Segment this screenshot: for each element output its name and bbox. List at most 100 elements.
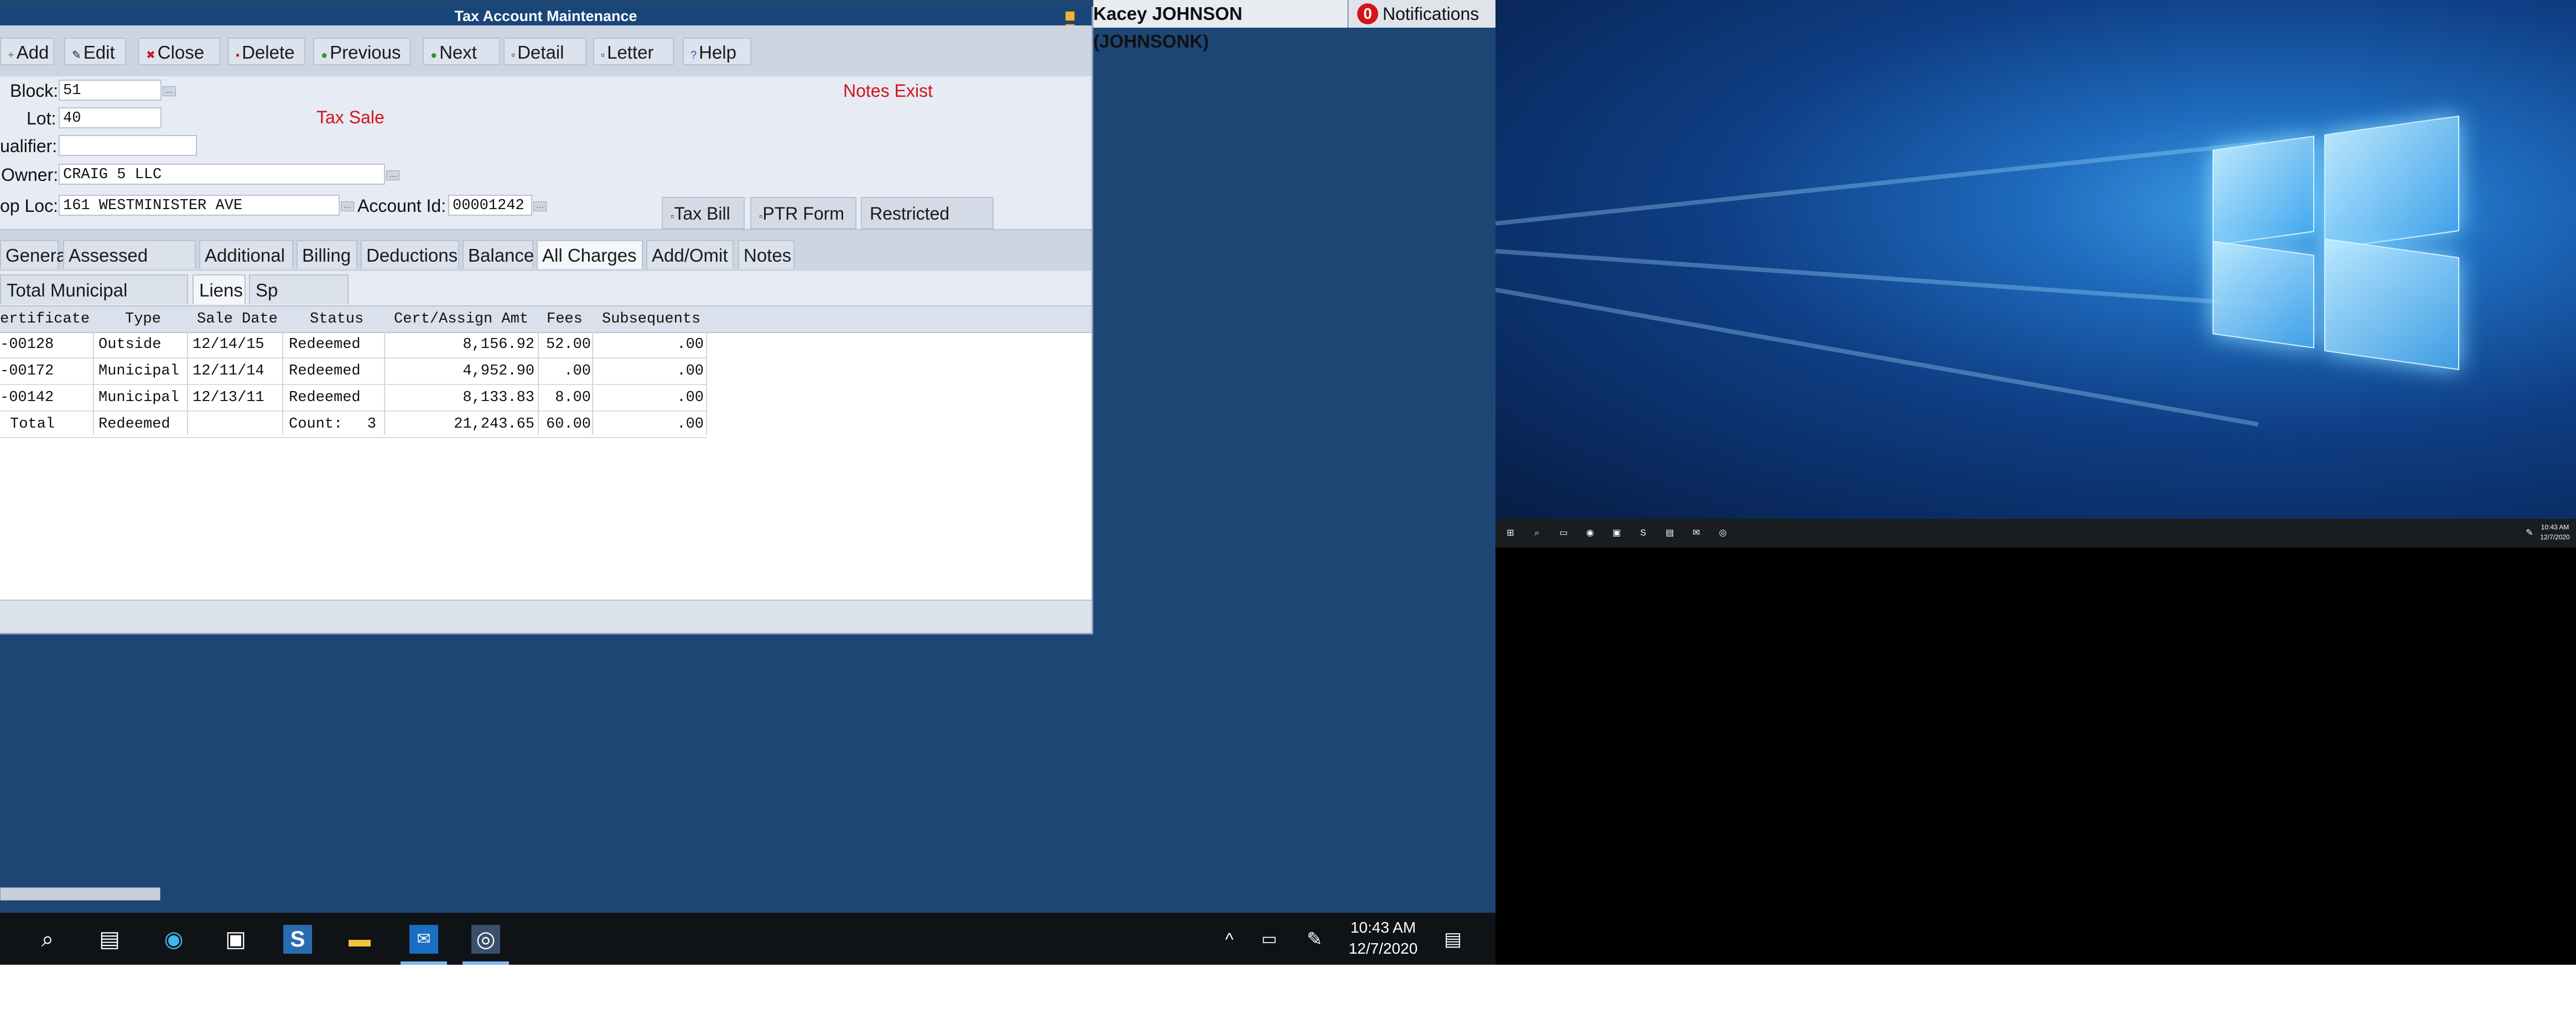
edge-icon[interactable]: ◉: [1585, 528, 1595, 538]
account-lookup-icon[interactable]: …: [533, 201, 547, 211]
tab-assessed-value[interactable]: Assessed Value: [63, 240, 196, 294]
total-subsequents: .00: [677, 416, 704, 433]
chevron-up-icon[interactable]: ^: [1215, 925, 1244, 954]
cell-amount: 8,156.92: [463, 336, 534, 353]
location-lookup-icon[interactable]: …: [341, 201, 354, 211]
outlook-icon[interactable]: ✉: [1691, 528, 1701, 538]
pen-icon[interactable]: ✎: [2525, 528, 2535, 538]
col-sale-date[interactable]: Sale Date: [197, 306, 278, 332]
search-icon[interactable]: ⌕: [1532, 528, 1542, 538]
col-fees[interactable]: Fees: [547, 306, 583, 332]
close-button[interactable]: ✖ Close: [138, 38, 220, 65]
taskbar-right-time: 10:43 AM: [2541, 523, 2569, 531]
chrome-app-icon[interactable]: ◎: [471, 925, 500, 954]
col-type[interactable]: Type: [125, 306, 161, 332]
cell-subsequents: .00: [677, 363, 704, 379]
lot-label: Lot:: [27, 108, 56, 128]
cell-type: Municipal: [98, 363, 179, 379]
tab-add-omit[interactable]: Add/Omit: [646, 240, 734, 269]
start-icon[interactable]: ⊞: [1505, 528, 1515, 538]
file-explorer-icon[interactable]: ▬: [345, 925, 374, 954]
tab-notes[interactable]: Notes: [738, 240, 794, 269]
tab-deductions[interactable]: Deductions: [361, 240, 459, 269]
notifications-button[interactable]: 0 Notifications: [1348, 0, 1495, 28]
col-certificate[interactable]: ertificate: [0, 306, 90, 332]
window-title: Tax Account Maintenance: [0, 7, 1092, 25]
next-button[interactable]: ● Next: [423, 38, 500, 65]
delete-button[interactable]: ▪ Delete: [228, 38, 305, 65]
block-label: Block:: [10, 81, 59, 101]
block-lookup-icon[interactable]: …: [163, 86, 176, 96]
battery-icon[interactable]: ▭: [1255, 925, 1284, 954]
task-view-icon[interactable]: ▤: [95, 925, 124, 954]
block-field[interactable]: 51: [59, 80, 162, 101]
table-row[interactable]: -00142 Municipal 12/13/11 Redeemed 8,133…: [0, 385, 707, 412]
total-fees: 60.00: [546, 416, 591, 433]
edge-icon[interactable]: ◉: [159, 925, 188, 954]
minimize-icon[interactable]: [1065, 11, 1075, 21]
pen-icon[interactable]: ✎: [1300, 925, 1329, 954]
ptr-form-button[interactable]: ▫PTR Form: [750, 197, 856, 229]
edit-button[interactable]: ✎ Edit: [64, 38, 126, 65]
cell-subsequents: .00: [677, 336, 704, 353]
col-subsequents[interactable]: Subsequents: [602, 306, 700, 332]
cell-certificate: -00128: [0, 336, 54, 353]
tab-liens[interactable]: Liens: [193, 274, 246, 304]
col-cert-assign-amt[interactable]: Cert/Assign Amt: [394, 306, 528, 332]
sub-tabs: Total Municipal Charges Liens Sp Charges: [0, 271, 1092, 330]
store-icon[interactable]: ▣: [1612, 528, 1622, 538]
search-icon[interactable]: ⌕: [33, 925, 62, 954]
tab-additional[interactable]: Additional: [199, 240, 293, 269]
user-name[interactable]: Kacey JOHNSON (JOHNSONK): [1093, 0, 1348, 51]
action-center-icon[interactable]: ▤: [1438, 925, 1467, 954]
cell-certificate: -00172: [0, 363, 54, 379]
clock[interactable]: 10:43 AM 12/7/2020: [1333, 917, 1433, 961]
cell-status: Redeemed: [289, 336, 361, 353]
close-icon: ✖: [146, 49, 155, 61]
cell-sale-date: 12/11/14: [193, 363, 264, 379]
column-divider: [384, 332, 385, 435]
owner-label: Owner:: [1, 165, 59, 185]
lot-field[interactable]: 40: [59, 107, 162, 128]
owner-lookup-icon[interactable]: …: [386, 170, 399, 180]
account-id-field[interactable]: 00001242: [448, 195, 532, 216]
restricted-edit-button[interactable]: Restricted Edit: [861, 197, 994, 254]
toolbar: + Add ✎ Edit ✖ Close ▪ Delete ● Previous ● Nex…: [0, 25, 1092, 76]
property-location-field[interactable]: 161 WESTMINISTER AVE: [59, 195, 340, 216]
table-row[interactable]: -00172 Municipal 12/11/14 Redeemed 4,952…: [0, 358, 707, 385]
desktop-wallpaper-right: [1495, 0, 2576, 519]
total-count: 3: [367, 416, 376, 433]
owner-field[interactable]: CRAIG 5 LLC: [59, 164, 385, 185]
cell-status: Redeemed: [289, 363, 361, 379]
s-app-icon[interactable]: S: [1638, 528, 1648, 538]
tab-sp-charges[interactable]: Sp Charges: [249, 274, 349, 330]
qualifier-field[interactable]: [59, 135, 197, 156]
outlook-icon[interactable]: ✉: [409, 925, 438, 954]
tab-balance[interactable]: Balance: [463, 240, 534, 269]
tax-bill-button[interactable]: ▫Tax Bill: [662, 197, 745, 229]
taskbar: ⌕ ▤ ◉ ▣ S ▬ ✉ ◎ ^ ▭ ✎ 10:43 AM 12/7/2020…: [0, 913, 1495, 965]
letter-button[interactable]: ▫ Letter: [593, 38, 674, 65]
tab-billing[interactable]: Billing: [297, 240, 357, 269]
tab-all-charges[interactable]: All Charges: [537, 240, 643, 269]
previous-button[interactable]: ● Previous: [313, 38, 411, 65]
file-explorer-icon[interactable]: ▤: [1665, 528, 1675, 538]
detail-button[interactable]: ▫ Detail: [503, 38, 586, 65]
s-app-icon[interactable]: S: [283, 925, 312, 954]
clock-date: 12/7/2020: [1348, 940, 1418, 957]
store-icon[interactable]: ▣: [221, 925, 250, 954]
table-row[interactable]: -00128 Outside 12/14/15 Redeemed 8,156.9…: [0, 332, 707, 358]
minimized-window-strip[interactable]: [0, 887, 160, 901]
col-status[interactable]: Status: [310, 306, 363, 332]
tab-total-municipal-charges[interactable]: Total Municipal Charges: [0, 274, 188, 330]
letter-icon: ▫: [601, 49, 605, 61]
task-view-icon[interactable]: ▭: [1559, 528, 1569, 538]
taskbar-right: ⊞ ⌕ ▭ ◉ ▣ S ▤ ✉ ◎ ✎ 10:43 AM 12/7/2020: [1495, 519, 2576, 548]
taskbar-right-clock[interactable]: 10:43 AM 12/7/2020: [2536, 522, 2574, 542]
help-button[interactable]: ? Help: [683, 38, 751, 65]
tab-general[interactable]: General: [0, 240, 70, 269]
add-button[interactable]: + Add: [0, 38, 54, 65]
total-row[interactable]: Total Redeemed Count: 3 21,243.65 60.00 …: [0, 412, 707, 438]
desktop-blank-area: [1495, 548, 2576, 965]
chrome-app-icon[interactable]: ◎: [1718, 528, 1728, 538]
